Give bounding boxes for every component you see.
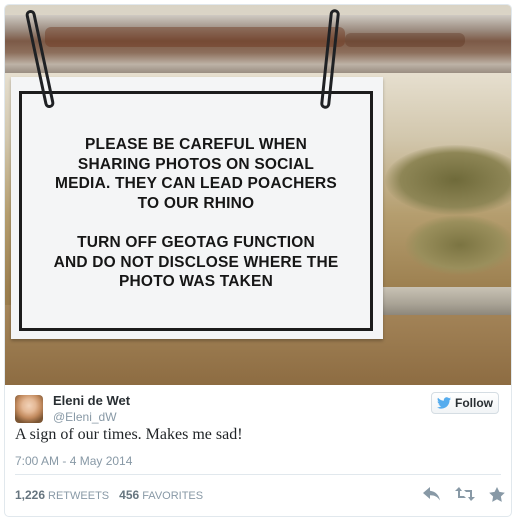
tweet-text: A sign of our times. Makes me sad! [15,426,243,443]
sign-line: AND DO NOT DISCLOSE WHERE THE [53,253,339,271]
sign-line: MEDIA. THEY CAN LEAD POACHERS [55,175,337,192]
sign-line: TO OUR RHINO [137,194,255,212]
divider [15,474,501,475]
sign-line: PHOTO WAS TAKEN [119,273,273,290]
sign-line: TURN OFF GEOTAG FUNCTION [77,234,315,251]
tweet-photo[interactable]: PLEASE BE CAREFUL WHEN SHARING PHOTOS ON… [5,5,511,385]
favorites-stat[interactable]: 456 FAVORITES [119,488,203,502]
sign-paragraph-1: PLEASE BE CAREFUL WHEN SHARING PHOTOS ON… [19,135,373,213]
retweets-stat[interactable]: 1,226 RETWEETS [15,488,109,502]
sign-line: SHARING PHOTOS ON SOCIAL [77,155,315,173]
photo-bush [405,215,511,275]
tweet-timestamp[interactable]: 7:00 AM - 4 May 2014 [15,454,132,468]
retweets-label: RETWEETS [48,490,110,502]
warning-sign: PLEASE BE CAREFUL WHEN SHARING PHOTOS ON… [11,77,383,339]
follow-button[interactable]: Follow [431,392,499,414]
retweets-count: 1,226 [15,488,46,502]
tweet-stats: 1,226 RETWEETS 456 FAVORITES [15,488,203,502]
photo-rust-patch [345,33,465,47]
tweet-card: PLEASE BE CAREFUL WHEN SHARING PHOTOS ON… [4,4,512,517]
photo-bush [385,145,511,215]
tweet-actions [423,485,505,503]
favorites-label: FAVORITES [142,490,204,502]
sign-paragraph-2: TURN OFF GEOTAG FUNCTION AND DO NOT DISC… [19,233,373,292]
favorites-count: 456 [119,488,140,502]
user-handle[interactable]: @Eleni_dW [53,410,117,424]
retweet-icon[interactable] [455,487,475,501]
avatar[interactable] [15,395,43,423]
star-icon[interactable] [489,486,505,502]
photo-rust-patch [45,27,345,47]
user-name[interactable]: Eleni de Wet [53,393,130,408]
photo-fence-rail [383,287,511,315]
sign-line: PLEASE BE CAREFUL WHEN [85,136,307,153]
reply-icon[interactable] [423,487,441,501]
follow-label: Follow [455,396,493,410]
twitter-bird-icon [437,397,451,409]
